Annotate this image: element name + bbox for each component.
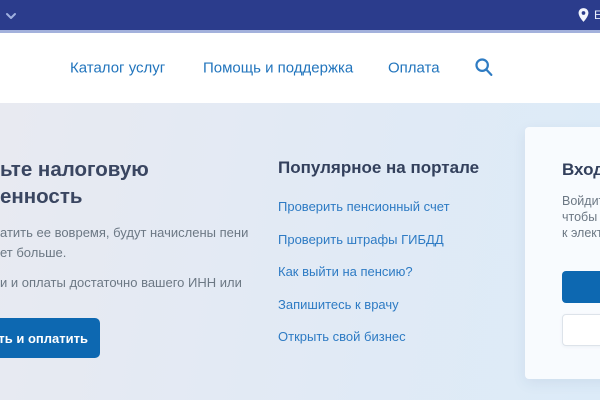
- chevron-down-icon[interactable]: [4, 9, 18, 23]
- tax-debt-block: ьте налоговую енность атить ее вовремя, …: [0, 156, 250, 293]
- main-nav: Каталог услуг Помощь и поддержка Оплата: [0, 33, 600, 103]
- popular-links: Проверить пенсионный счет Проверить штра…: [278, 191, 513, 354]
- top-bar: Е: [0, 0, 600, 33]
- login-card: Вход Войдит чтобы к элект: [525, 127, 600, 379]
- login-card-text-line-1: Войдит: [562, 193, 600, 209]
- popular-link-retirement[interactable]: Как выйти на пенсию?: [278, 256, 513, 289]
- popular-block: Популярное на портале Проверить пенсионн…: [278, 158, 513, 178]
- nav-link-catalog[interactable]: Каталог услуг: [70, 60, 165, 77]
- popular-link-open-business[interactable]: Открыть свой бизнес: [278, 321, 513, 354]
- hero-title-line-1: ьте налоговую: [0, 156, 250, 183]
- search-icon[interactable]: [472, 56, 496, 80]
- hero-paragraph-1-line-2: ет больше.: [0, 243, 250, 263]
- login-card-text-line-3: к элект: [562, 225, 600, 241]
- popular-title: Популярное на портале: [278, 158, 513, 178]
- login-button[interactable]: [562, 271, 600, 303]
- hero-paragraph-1: атить ее вовремя, будут начислены пени е…: [0, 223, 250, 263]
- check-and-pay-button[interactable]: ть и оплатить: [0, 318, 100, 358]
- login-card-text-line-2: чтобы: [562, 209, 600, 225]
- login-card-text: Войдит чтобы к элект: [562, 193, 600, 241]
- nav-link-support[interactable]: Помощь и поддержка: [203, 60, 353, 77]
- hero-title: ьте налоговую енность: [0, 156, 250, 210]
- popular-link-doctor-appointment[interactable]: Запишитесь к врачу: [278, 289, 513, 322]
- hero-paragraph-1-line-1: атить ее вовремя, будут начислены пени: [0, 223, 250, 243]
- popular-link-pension-account[interactable]: Проверить пенсионный счет: [278, 191, 513, 224]
- nav-link-payment[interactable]: Оплата: [388, 60, 440, 77]
- popular-link-traffic-fines[interactable]: Проверить штрафы ГИБДД: [278, 224, 513, 257]
- hero-paragraph-2-line-1: и и оплаты достаточно вашего ИНН или: [0, 273, 250, 293]
- login-card-title: Вход: [562, 160, 600, 180]
- hero-paragraph-2: и и оплаты достаточно вашего ИНН или: [0, 273, 250, 293]
- location-pin-icon: [578, 8, 589, 22]
- register-button[interactable]: [562, 314, 600, 346]
- location-selector[interactable]: Е: [578, 0, 600, 30]
- location-label: Е: [594, 8, 600, 22]
- hero-section: ьте налоговую енность атить ее вовремя, …: [0, 103, 600, 400]
- hero-title-line-2: енность: [0, 183, 250, 210]
